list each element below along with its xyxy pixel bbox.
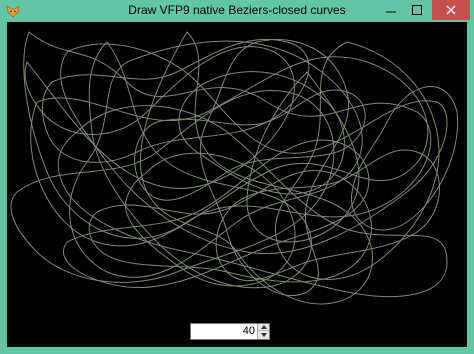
spin-up-button[interactable] [257, 324, 269, 331]
minimize-button[interactable] [378, 0, 404, 20]
maximize-icon [412, 5, 422, 15]
drawing-canvas[interactable] [7, 22, 467, 315]
spin-up-icon [260, 325, 267, 329]
close-button[interactable] [432, 0, 470, 20]
spin-down-button[interactable] [257, 331, 269, 339]
application-window: Draw VFP9 native Beziers-closed curves [0, 0, 474, 354]
curve-count-spinner[interactable] [190, 323, 270, 340]
title-bar[interactable]: Draw VFP9 native Beziers-closed curves [0, 0, 474, 22]
minimize-icon [386, 11, 396, 13]
bezier-curves-drawing [10, 31, 459, 305]
spin-down-icon [260, 333, 267, 337]
maximize-button[interactable] [404, 0, 430, 20]
close-icon [446, 5, 456, 15]
curve-count-input[interactable] [191, 324, 257, 339]
